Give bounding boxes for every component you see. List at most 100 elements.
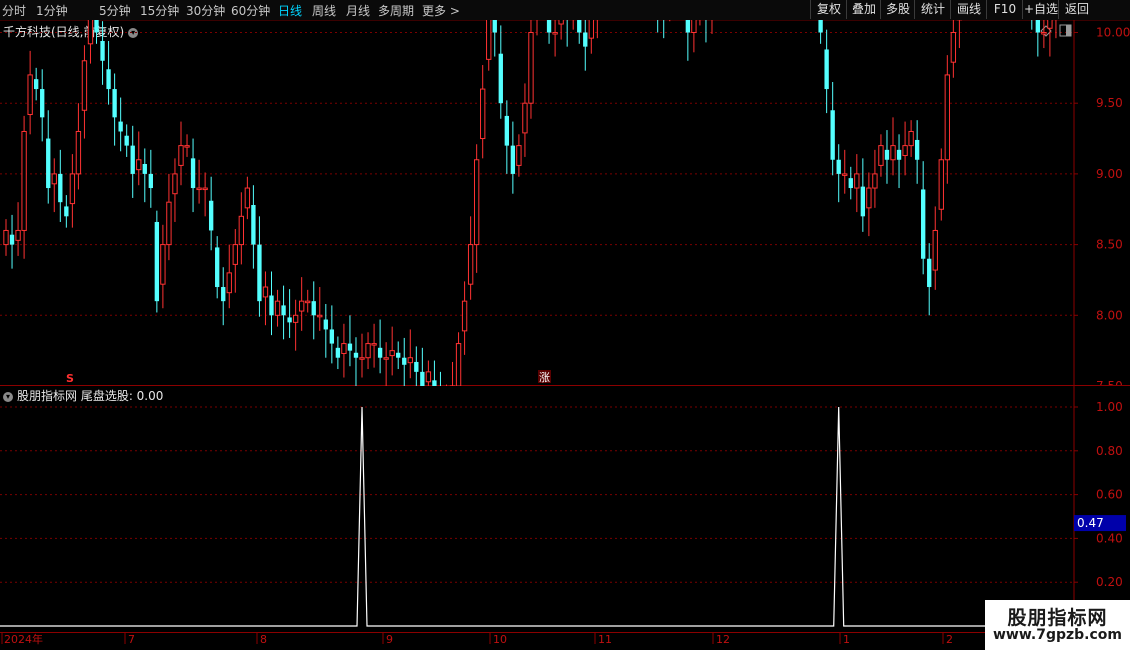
candle-body — [232, 244, 238, 265]
period-3[interactable]: 15分钟 — [140, 2, 179, 19]
candle-body — [884, 149, 890, 160]
candle-body — [908, 130, 914, 147]
candle-body — [944, 74, 950, 161]
candle-body — [528, 32, 534, 104]
candle-body — [124, 135, 129, 146]
candle-body — [878, 145, 884, 166]
candle-body — [130, 145, 135, 174]
price-tick-label: 8.50 — [1096, 238, 1123, 252]
toolbar-button-4[interactable]: 画线 — [950, 0, 987, 19]
toolbar-button-5[interactable]: F10 — [986, 0, 1023, 19]
candle-body — [396, 352, 401, 358]
panel-toggle-fill — [1066, 25, 1071, 36]
candle-body — [196, 187, 202, 191]
price-tick-label: 9.00 — [1096, 167, 1123, 181]
candle-body — [927, 258, 932, 288]
toolbar-button-2[interactable]: 多股 — [880, 0, 915, 19]
candle-body — [546, 20, 552, 33]
candle-body — [588, 20, 594, 39]
candlestick-chart[interactable]: 11.5011.0010.5010.009.509.008.508.007.50… — [0, 20, 1130, 386]
candle-body — [329, 329, 335, 344]
candle-body — [27, 74, 33, 116]
candle-body — [15, 229, 21, 241]
period-4[interactable]: 30分钟 — [186, 2, 225, 19]
candle-body — [166, 201, 172, 246]
candle-body — [94, 20, 99, 33]
indicator-tick-label: 0.20 — [1096, 575, 1123, 589]
candle-body — [69, 173, 76, 205]
candle-body — [21, 130, 27, 231]
candle-body — [287, 317, 292, 323]
candle-body — [854, 173, 860, 189]
candle-body — [81, 60, 88, 111]
candle-body — [160, 244, 166, 285]
date-label: 7 — [128, 633, 135, 646]
candle-body — [830, 110, 835, 160]
period-0[interactable]: 分时 — [2, 2, 26, 19]
candle-body — [425, 371, 432, 383]
candle-body — [118, 121, 123, 132]
candle-body — [455, 343, 462, 386]
candle-body — [46, 138, 51, 189]
candle-body — [305, 300, 311, 304]
period-10[interactable]: 更多 > — [422, 2, 460, 19]
candle-body — [244, 187, 251, 209]
indicator-tick-label: 0.80 — [1096, 444, 1123, 458]
indicator-tick-label: 1.00 — [1096, 400, 1123, 414]
period-7[interactable]: 周线 — [312, 2, 336, 19]
candle-body — [498, 53, 503, 104]
watermark-name: 股朋指标网 — [1007, 607, 1108, 629]
period-2[interactable]: 5分钟 — [99, 2, 131, 19]
watermark-url: www.7gpzb.com — [992, 627, 1122, 643]
candle-body — [1041, 32, 1047, 35]
toolbar-button-3[interactable]: 统计 — [914, 0, 951, 19]
candle-body — [100, 40, 105, 61]
toolbar-button-0[interactable]: 复权 — [810, 0, 847, 19]
candle-body — [190, 158, 196, 189]
candle-body — [818, 20, 823, 33]
candle-body — [112, 89, 117, 118]
candle-body — [75, 130, 82, 175]
candle-body — [836, 159, 841, 174]
candle-body — [40, 89, 45, 118]
cursor-value-label: 0.47 — [1077, 516, 1104, 530]
candle-body — [950, 32, 957, 63]
candle-body — [848, 178, 853, 189]
candle-body — [311, 301, 316, 316]
candle-body — [347, 343, 353, 351]
candle-body — [402, 357, 407, 365]
candle-body — [215, 247, 220, 288]
candle-body — [335, 347, 341, 358]
indicator-tick-label: 0.40 — [1096, 531, 1123, 545]
period-1[interactable]: 1分钟 — [36, 2, 68, 19]
candle-body — [298, 300, 305, 312]
candle-body — [154, 221, 160, 302]
candle-body — [516, 145, 522, 166]
period-8[interactable]: 月线 — [346, 2, 370, 19]
date-label: 12 — [716, 633, 730, 646]
period-9[interactable]: 多周期 — [378, 2, 414, 19]
candle-body — [860, 186, 866, 217]
candle-body — [202, 187, 208, 191]
candle-body — [106, 69, 111, 90]
zhang-marker: 涨 — [539, 371, 550, 384]
candle-body — [51, 173, 57, 185]
price-tick-label: 10.00 — [1096, 26, 1130, 40]
toolbar-button-1[interactable]: 叠加 — [846, 0, 881, 19]
candle-body — [492, 20, 497, 33]
candle-body — [685, 20, 691, 33]
candle-body — [87, 20, 94, 45]
period-5[interactable]: 60分钟 — [231, 2, 270, 19]
period-6[interactable]: 日线 — [278, 2, 302, 19]
candle-body — [136, 159, 142, 171]
toolbar-button-6[interactable]: +自选 — [1022, 0, 1059, 19]
indicator-chart[interactable]: 1.00 0.80 0.60 0.40 0.20 0.47 — [0, 386, 1130, 632]
candle-body — [552, 32, 558, 35]
candle-body — [522, 102, 528, 134]
candle-body — [371, 343, 377, 346]
candle-body — [365, 343, 371, 359]
candle-body — [172, 173, 178, 195]
candle-body — [461, 300, 468, 332]
toolbar-button-7[interactable]: 返回 — [1058, 0, 1095, 19]
date-label: 11 — [598, 633, 612, 646]
